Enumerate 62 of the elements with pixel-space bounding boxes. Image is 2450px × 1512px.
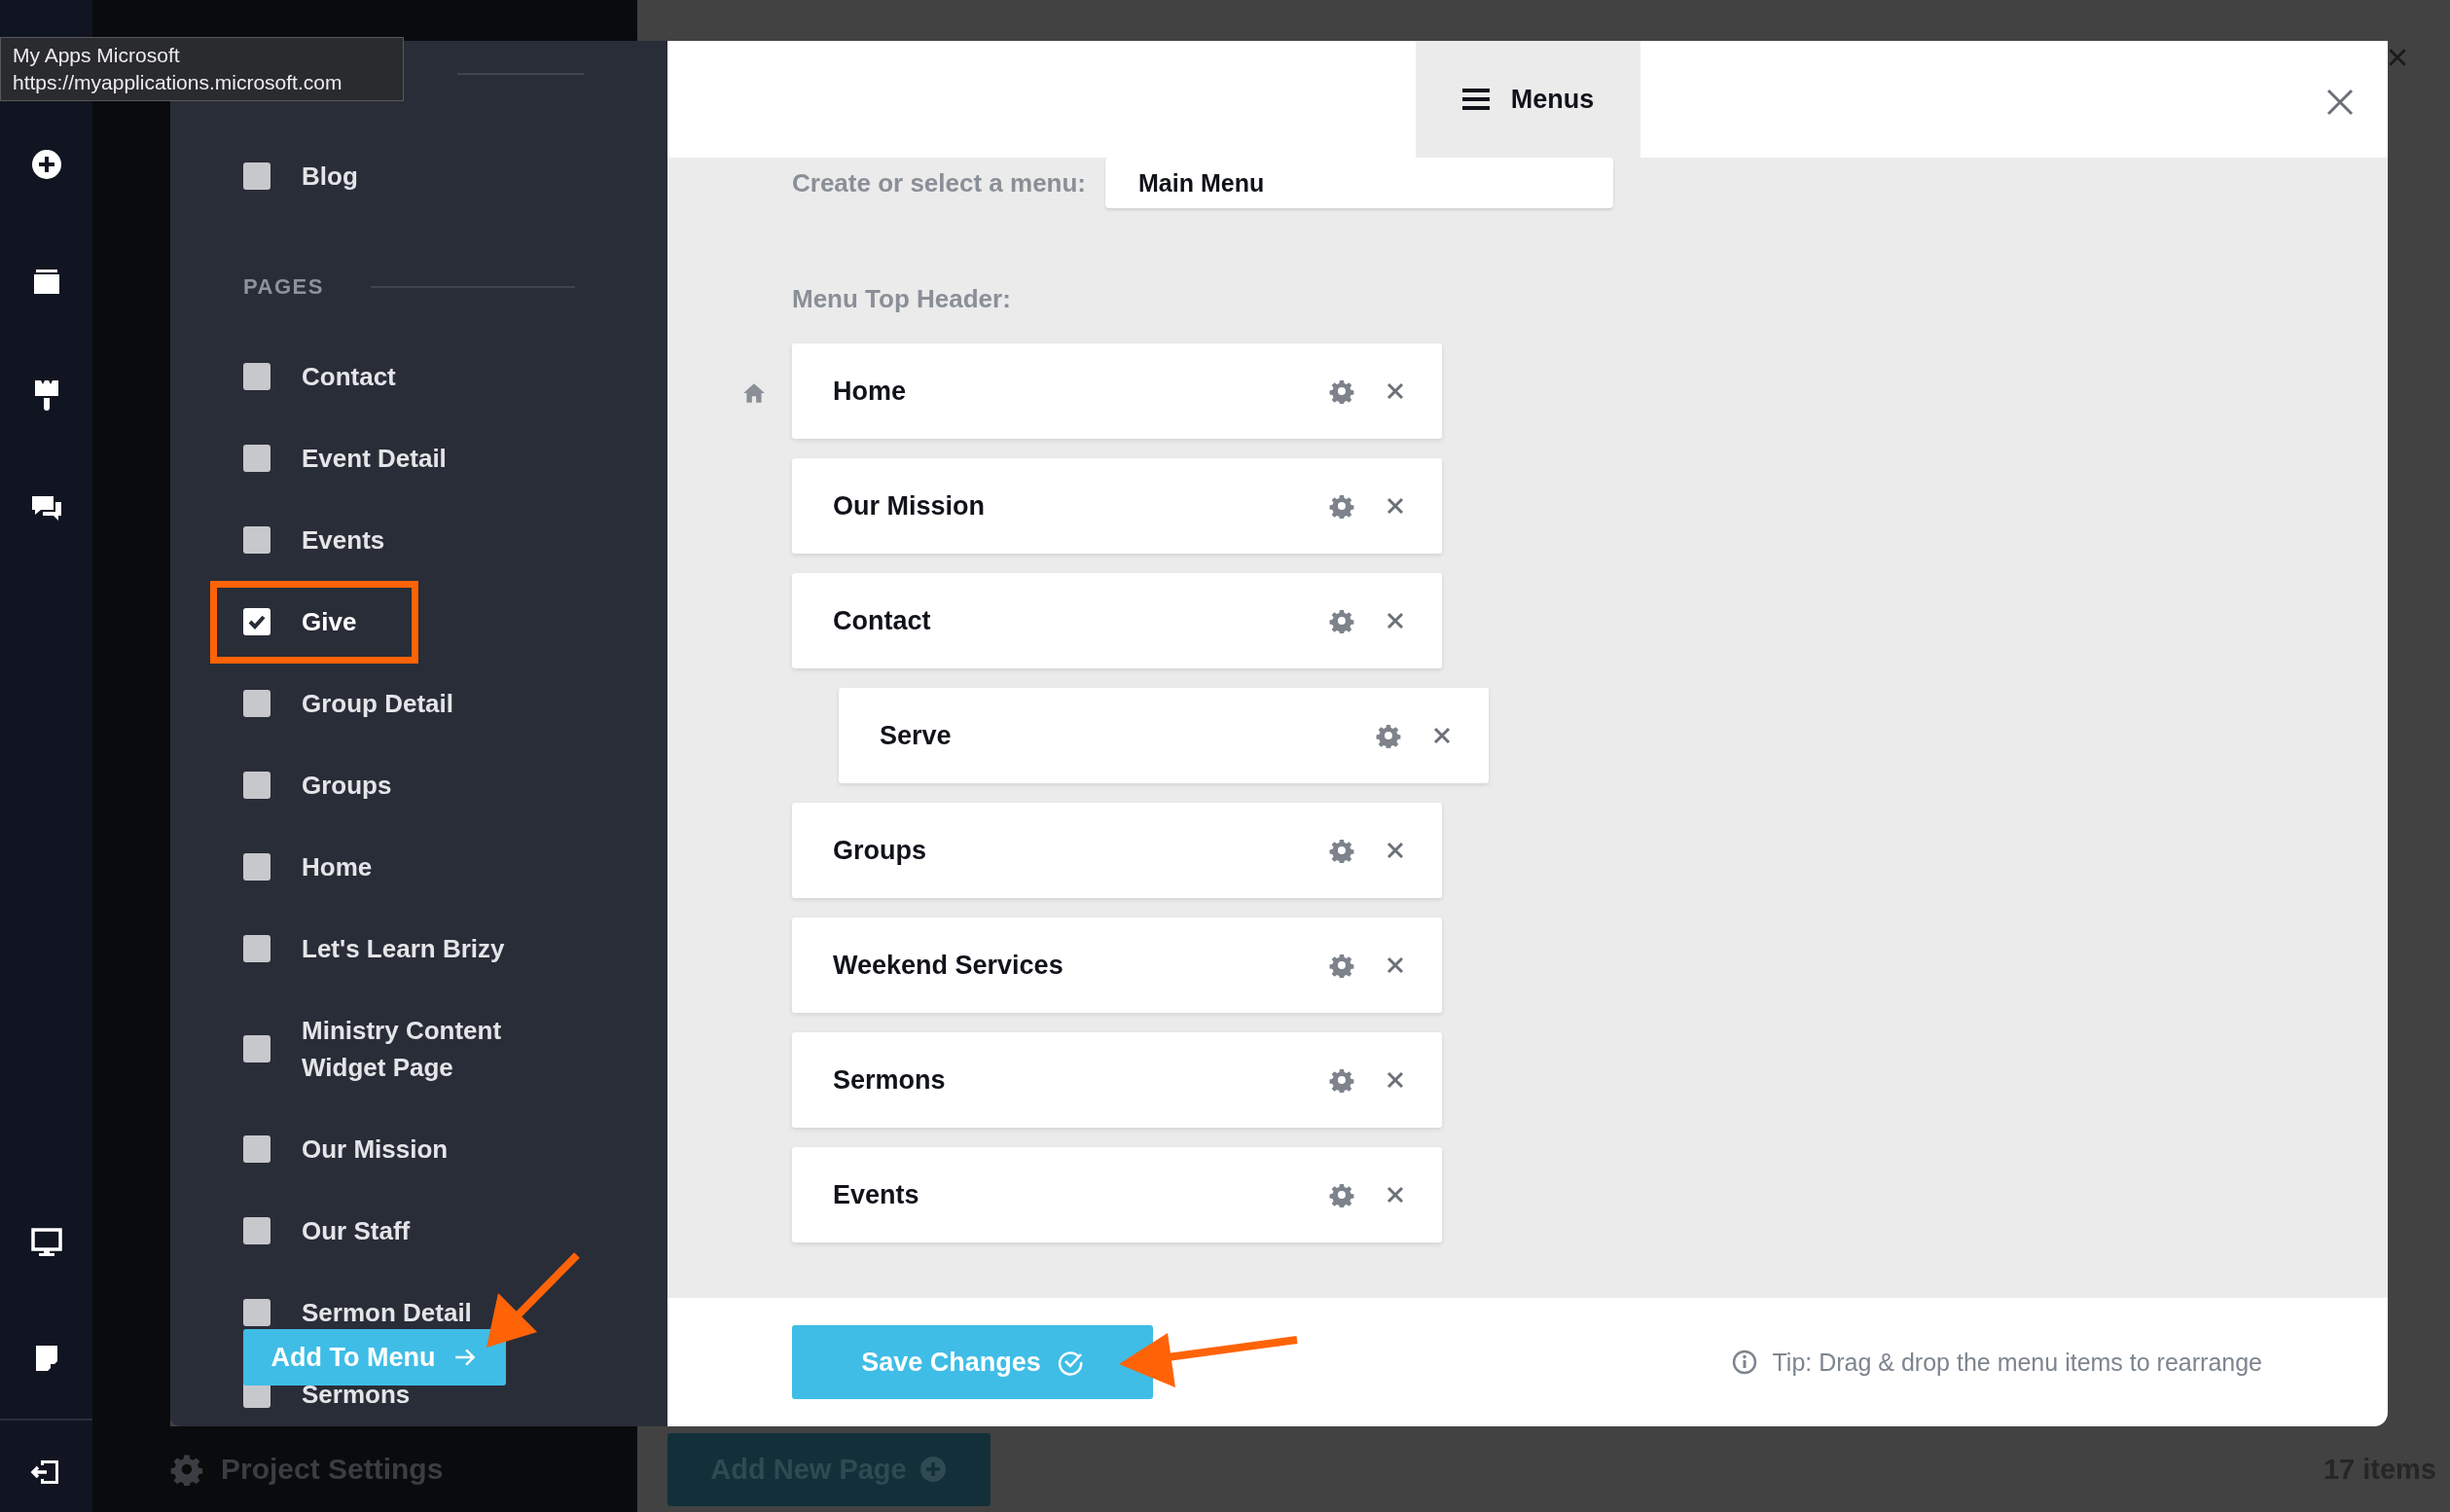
page-label: Let's Learn Brizy: [302, 933, 505, 965]
page-label: Our Staff: [302, 1215, 411, 1247]
checkbox[interactable]: [243, 363, 270, 390]
tip-text: Tip: Drag & drop the menu items to rearrange: [1772, 1348, 2262, 1377]
gear-icon[interactable]: [1329, 608, 1354, 633]
menu-item[interactable]: Weekend Services: [792, 918, 1442, 1013]
gear-icon[interactable]: [1376, 723, 1401, 748]
menu-item[interactable]: Contact: [792, 573, 1442, 668]
checkbox[interactable]: [243, 1217, 270, 1244]
remove-icon[interactable]: [1386, 841, 1405, 860]
tooltip-url: https://myapplications.microsoft.com: [13, 70, 343, 95]
remove-icon[interactable]: [1386, 381, 1405, 401]
checkbox[interactable]: [243, 445, 270, 472]
checkbox[interactable]: [243, 1135, 270, 1163]
page-label: Contact: [302, 361, 396, 393]
checkbox[interactable]: [243, 1299, 270, 1326]
page-label: Events: [302, 524, 385, 557]
menu-icon: [1461, 88, 1490, 111]
tooltip-title: My Apps Microsoft: [13, 43, 181, 68]
menu-item[interactable]: Serve: [839, 688, 1489, 783]
info-icon: [1731, 1350, 1757, 1375]
gear-icon[interactable]: [1329, 493, 1354, 519]
checkbox[interactable]: [243, 162, 270, 190]
page-label: Home: [302, 851, 373, 883]
plus-circle-icon: [918, 1455, 948, 1484]
picker-label: Create or select a menu:: [792, 167, 1086, 198]
page-label: Group Detail: [302, 688, 453, 720]
page-label: Sermon Detail: [302, 1297, 472, 1329]
menu-item[interactable]: Groups: [792, 803, 1442, 898]
check-circle-icon: [1056, 1349, 1084, 1376]
checkbox[interactable]: [243, 690, 270, 717]
menu-item[interactable]: Our Mission: [792, 458, 1442, 554]
remove-icon[interactable]: [1386, 1185, 1405, 1205]
remove-icon[interactable]: [1386, 1070, 1405, 1090]
checkbox[interactable]: [243, 853, 270, 881]
checkbox[interactable]: [243, 1035, 270, 1062]
menu-select[interactable]: Main Menu: [1105, 158, 1613, 208]
remove-icon[interactable]: [1432, 726, 1452, 745]
checkbox[interactable]: [243, 772, 270, 799]
section-label: Menu Top Header:: [792, 284, 1012, 314]
page-label: Give: [302, 606, 357, 638]
gear-icon[interactable]: [1329, 953, 1354, 978]
page-label: Blog: [302, 161, 358, 193]
page-label: Groups: [302, 770, 392, 802]
section-title: PAGES: [243, 274, 324, 300]
checkbox[interactable]: [243, 526, 270, 554]
gear-icon[interactable]: [1329, 1182, 1354, 1207]
checkbox[interactable]: [243, 608, 270, 635]
gear-icon[interactable]: [1329, 838, 1354, 863]
page-label: Event Detail: [302, 443, 447, 475]
menu-item[interactable]: Sermons: [792, 1032, 1442, 1128]
menu-item[interactable]: Events: [792, 1147, 1442, 1242]
page-label: Our Mission: [302, 1134, 449, 1166]
menus-tab[interactable]: Menus: [1416, 41, 1640, 158]
close-icon[interactable]: [2387, 47, 2408, 68]
page-label: Ministry Content Widget Page: [302, 1015, 503, 1084]
remove-icon[interactable]: [1386, 611, 1405, 630]
gear-icon[interactable]: [1329, 378, 1354, 404]
checkbox[interactable]: [243, 935, 270, 962]
remove-icon[interactable]: [1386, 496, 1405, 516]
remove-icon[interactable]: [1386, 955, 1405, 975]
gear-icon[interactable]: [1329, 1067, 1354, 1093]
